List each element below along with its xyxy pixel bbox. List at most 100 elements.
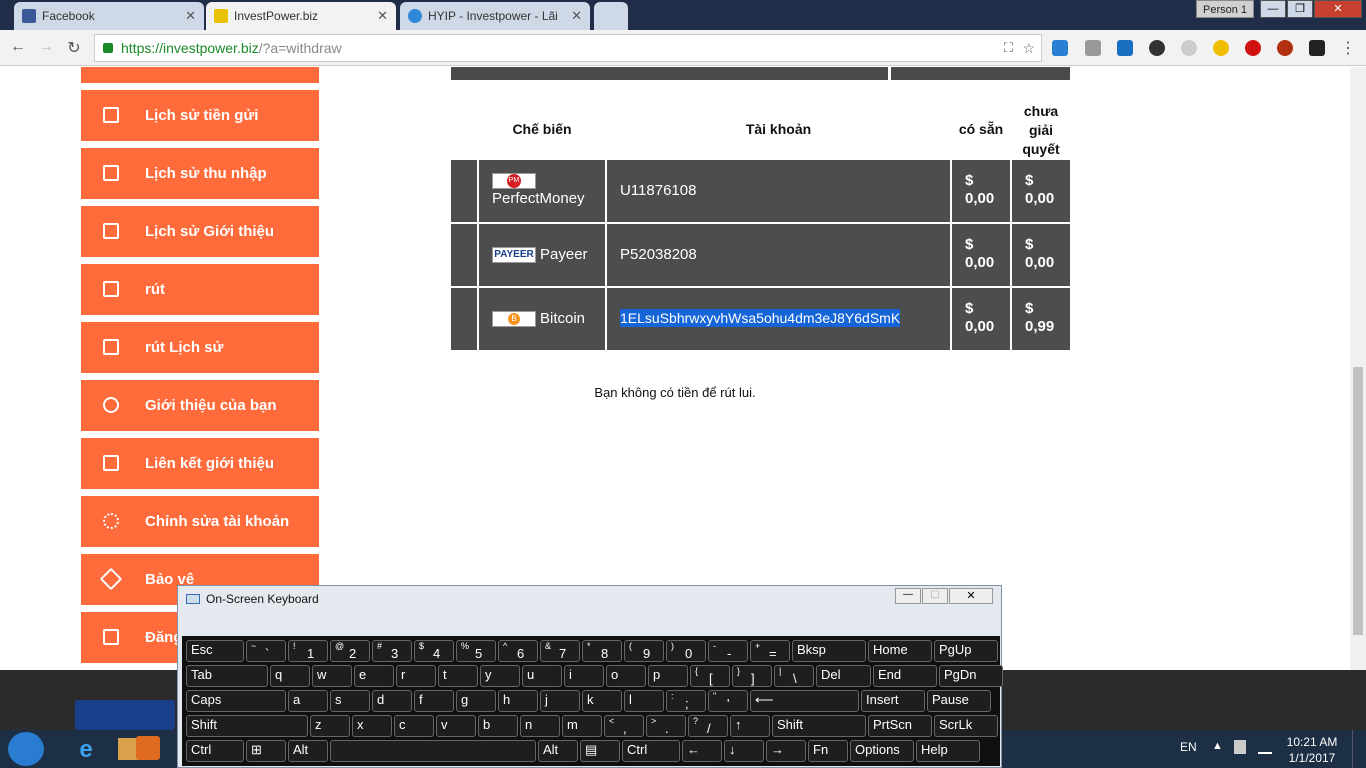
osk-key[interactable]: End — [873, 665, 937, 687]
osk-key[interactable]: b — [478, 715, 518, 737]
clock[interactable]: 10:21 AM 1/1/2017 — [1282, 734, 1342, 766]
osk-key[interactable]: d — [372, 690, 412, 712]
osk-key[interactable]: ↓ — [724, 740, 764, 762]
tab-hyip[interactable]: HYIP - Investpower - Lãi ✕ — [400, 2, 590, 30]
volume-muted-icon[interactable] — [1234, 740, 1246, 754]
osk-key[interactable]: → — [766, 740, 806, 762]
close-icon[interactable]: ✕ — [377, 8, 388, 24]
osk-key[interactable]: z — [310, 715, 350, 737]
osk-key[interactable]: ▤ — [580, 740, 620, 762]
osk-key[interactable] — [330, 740, 536, 762]
osk-key[interactable]: ← — [682, 740, 722, 762]
extension-icon[interactable] — [1213, 40, 1229, 56]
osk-key[interactable]: & 7 — [540, 640, 580, 662]
extension-icon[interactable] — [1085, 40, 1101, 56]
back-icon[interactable]: ← — [8, 38, 28, 56]
osk-maximize-button[interactable]: ▢ — [922, 588, 948, 604]
extension-icon[interactable] — [1277, 40, 1293, 56]
osk-key[interactable]: Shift — [186, 715, 308, 737]
osk-key[interactable]: o — [606, 665, 646, 687]
osk-key[interactable]: PgDn — [939, 665, 1003, 687]
new-tab-button[interactable] — [594, 2, 628, 30]
osk-minimize-button[interactable]: — — [895, 588, 921, 604]
osk-key[interactable]: ScrLk — [934, 715, 998, 737]
osk-key[interactable]: Bksp — [792, 640, 866, 662]
extension-icon[interactable] — [1117, 40, 1133, 56]
osk-key[interactable]: w — [312, 665, 352, 687]
close-window-button[interactable]: ✕ — [1314, 0, 1362, 18]
osk-key[interactable]: $4 — [414, 640, 454, 662]
osk-key[interactable]: Alt — [288, 740, 328, 762]
osk-key[interactable]: + = — [750, 640, 790, 662]
media-player-icon[interactable] — [136, 736, 160, 760]
osk-key[interactable]: (9 — [624, 640, 664, 662]
osk-key[interactable]: m — [562, 715, 602, 737]
osk-key[interactable]: Help — [916, 740, 980, 762]
osk-key[interactable]: ) 0 — [666, 640, 706, 662]
osk-key[interactable]: q — [270, 665, 310, 687]
network-icon[interactable] — [1258, 742, 1272, 754]
close-icon[interactable]: ✕ — [571, 8, 582, 24]
osk-key[interactable]: PgUp — [934, 640, 998, 662]
radio-cell[interactable] — [451, 224, 477, 286]
sidebar-item-edit-account[interactable]: Chỉnh sửa tài khoản — [81, 496, 319, 547]
close-icon[interactable]: ✕ — [185, 8, 196, 24]
osk-close-button[interactable]: ✕ — [949, 588, 993, 604]
language-indicator[interactable]: EN — [1180, 740, 1197, 754]
start-button[interactable] — [8, 732, 44, 766]
osk-key[interactable]: ! 1 — [288, 640, 328, 662]
page-scrollbar[interactable] — [1350, 67, 1366, 670]
osk-key[interactable]: Ctrl — [622, 740, 680, 762]
reload-icon[interactable]: ↻ — [64, 38, 84, 58]
profile-button[interactable]: Person 1 — [1196, 0, 1254, 18]
sidebar-item-earnings-history[interactable]: Lịch sử thu nhập — [81, 148, 319, 199]
osk-key[interactable]: " ' — [708, 690, 748, 712]
minimize-button[interactable]: — — [1260, 0, 1286, 18]
sidebar-item-referral-links[interactable]: Liên kết giới thiệu — [81, 438, 319, 489]
radio-cell[interactable] — [451, 160, 477, 222]
osk-key[interactable]: ⊞ — [246, 740, 286, 762]
osk-key[interactable]: e — [354, 665, 394, 687]
osk-key[interactable]: ⟵ — [750, 690, 859, 712]
osk-key[interactable]: Fn — [808, 740, 848, 762]
osk-key[interactable]: Ctrl — [186, 740, 244, 762]
osk-key[interactable]: @2 — [330, 640, 370, 662]
tab-investpower[interactable]: InvestPower.biz ✕ — [206, 2, 396, 30]
osk-key[interactable]: i — [564, 665, 604, 687]
osk-key[interactable]: x — [352, 715, 392, 737]
osk-key[interactable]: c — [394, 715, 434, 737]
osk-key[interactable]: f — [414, 690, 454, 712]
selected-account-text[interactable]: 1ELsuSbhrwxyvhWsa5ohu4dm3eJ8Y6dSmK — [620, 309, 901, 327]
osk-key[interactable]: ~ ` — [246, 640, 286, 662]
osk-key[interactable]: -- — [708, 640, 748, 662]
maximize-button[interactable]: ❐ — [1287, 0, 1313, 18]
osk-key[interactable]: * 8 — [582, 640, 622, 662]
osk-key[interactable]: j — [540, 690, 580, 712]
osk-key[interactable]: Tab — [186, 665, 268, 687]
osk-key[interactable]: r — [396, 665, 436, 687]
osk-key[interactable]: t — [438, 665, 478, 687]
sidebar-item-withdraw-history[interactable]: rút Lịch sử — [81, 322, 319, 373]
osk-key[interactable]: p — [648, 665, 688, 687]
star-icon[interactable]: ☆ — [1022, 35, 1035, 61]
osk-key[interactable]: Alt — [538, 740, 578, 762]
osk-key[interactable]: Shift — [772, 715, 866, 737]
sidebar-item-withdraw[interactable]: rút — [81, 264, 319, 315]
osk-key[interactable]: >. — [646, 715, 686, 737]
osk-key[interactable]: s — [330, 690, 370, 712]
osk-key[interactable]: y — [480, 665, 520, 687]
translate-icon[interactable]: ⛶ — [1004, 35, 1013, 61]
osk-key[interactable]: | \ — [774, 665, 814, 687]
scrollbar-thumb[interactable] — [1353, 367, 1363, 635]
osk-key[interactable]: <, — [604, 715, 644, 737]
osk-key[interactable]: g — [456, 690, 496, 712]
osk-key[interactable]: {[ — [690, 665, 730, 687]
osk-key[interactable]: % 5 — [456, 640, 496, 662]
osk-key[interactable]: a — [288, 690, 328, 712]
osk-key[interactable]: PrtScn — [868, 715, 932, 737]
amazon-icon[interactable] — [1309, 40, 1325, 56]
osk-key[interactable]: h — [498, 690, 538, 712]
osk-key[interactable]: :; — [666, 690, 706, 712]
tab-facebook[interactable]: Facebook ✕ — [14, 2, 204, 30]
osk-key[interactable]: }] — [732, 665, 772, 687]
